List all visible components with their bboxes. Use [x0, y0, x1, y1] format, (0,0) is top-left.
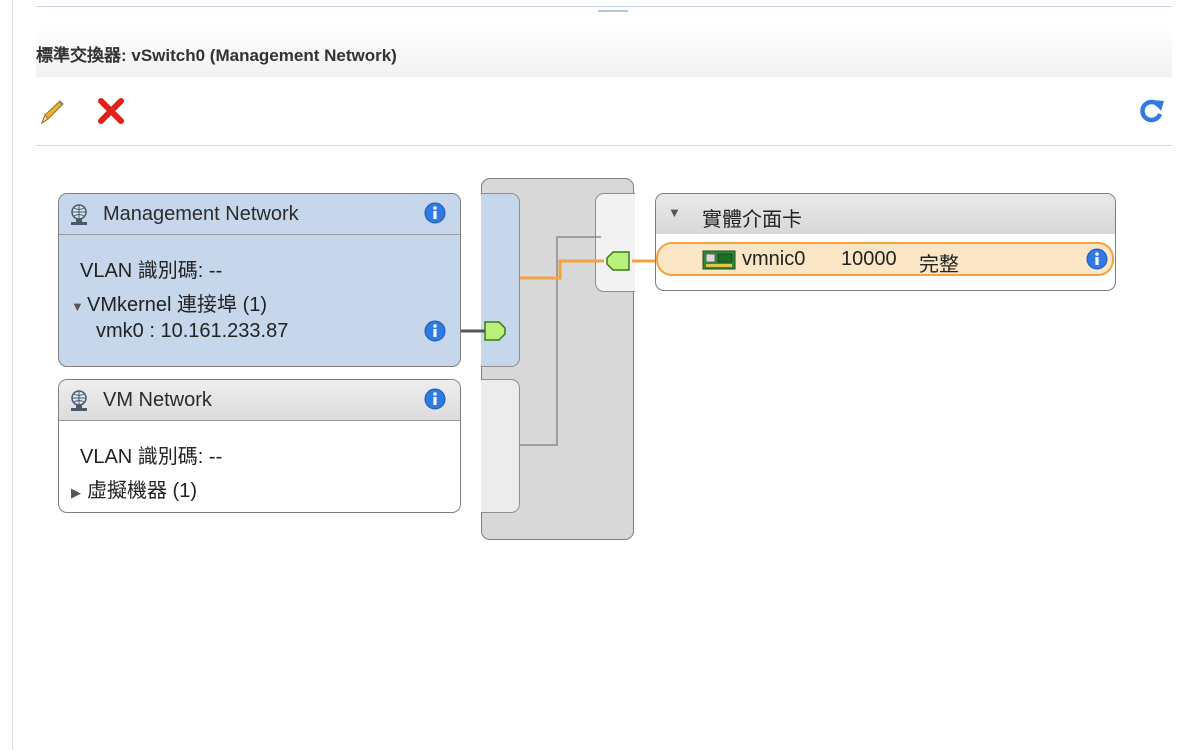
network-icon — [71, 204, 87, 225]
vlan-id-label: VLAN 識別碼: -- — [80, 446, 223, 468]
adapter-duplex: 完整 — [919, 254, 959, 276]
top-divider — [36, 6, 1172, 7]
port-group-header[interactable]: Management Network — [59, 194, 460, 235]
physical-adapters-panel: ▼ 實體介面卡 vmnic0 10000 完整 — [655, 193, 1116, 291]
vswitch-slot-vm-network — [481, 379, 520, 513]
info-icon[interactable] — [424, 320, 446, 342]
left-divider — [12, 0, 13, 750]
vmk-entry[interactable]: vmk0 : 10.161.233.87 — [96, 320, 288, 343]
splitter-grip[interactable] — [598, 10, 628, 12]
adapter-name: vmnic0 — [742, 248, 806, 270]
toolbar-divider — [36, 145, 1172, 146]
delete-button[interactable] — [95, 95, 127, 127]
expand-arrow-icon: ▶ — [71, 485, 81, 500]
virtual-machines-toggle[interactable]: ▶ 虛擬機器 (1) — [71, 474, 197, 503]
collapse-arrow-icon: ▼ — [668, 205, 681, 220]
title-bar: 標準交換器: vSwitch0 (Management Network) — [36, 27, 1172, 77]
pencil-icon — [40, 100, 64, 125]
page-title: 標準交換器: vSwitch0 (Management Network) — [36, 46, 397, 65]
info-icon[interactable] — [424, 388, 446, 410]
adapter-speed: 10000 — [841, 248, 897, 270]
network-card-icon — [702, 250, 736, 270]
info-icon[interactable] — [424, 202, 446, 224]
virtual-machines-label: 虛擬機器 (1) — [87, 480, 197, 502]
port-group-header[interactable]: VM Network — [59, 380, 460, 421]
collapse-arrow-icon: ▼ — [71, 299, 84, 314]
info-icon[interactable] — [1086, 248, 1108, 270]
vmkernel-ports-label: VMkernel 連接埠 (1) — [87, 294, 268, 316]
vmkernel-port[interactable] — [484, 321, 506, 341]
uplink-port[interactable] — [606, 251, 630, 271]
vmkernel-ports-toggle[interactable]: ▼ VMkernel 連接埠 (1) — [71, 288, 267, 317]
physical-adapters-header[interactable]: ▼ 實體介面卡 — [656, 194, 1115, 234]
edit-button[interactable] — [38, 97, 68, 127]
port-group-name: Management Network — [103, 203, 299, 225]
network-icon — [71, 390, 87, 411]
port-group-name: VM Network — [103, 389, 212, 411]
physical-adapter-row[interactable]: vmnic0 10000 完整 — [656, 242, 1114, 276]
red-x-icon — [98, 98, 124, 124]
port-group-management-network[interactable]: Management Network VLAN 識別碼: -- ▼ VMkerne… — [58, 193, 461, 367]
refresh-button[interactable] — [1135, 94, 1167, 126]
physical-adapters-title: 實體介面卡 — [702, 209, 802, 231]
port-group-vm-network[interactable]: VM Network VLAN 識別碼: -- ▶ 虛擬機器 (1) — [58, 379, 461, 513]
vlan-id-label: VLAN 識別碼: -- — [80, 260, 223, 282]
vswitch-slot-uplink — [595, 193, 635, 292]
refresh-icon — [1140, 99, 1164, 123]
